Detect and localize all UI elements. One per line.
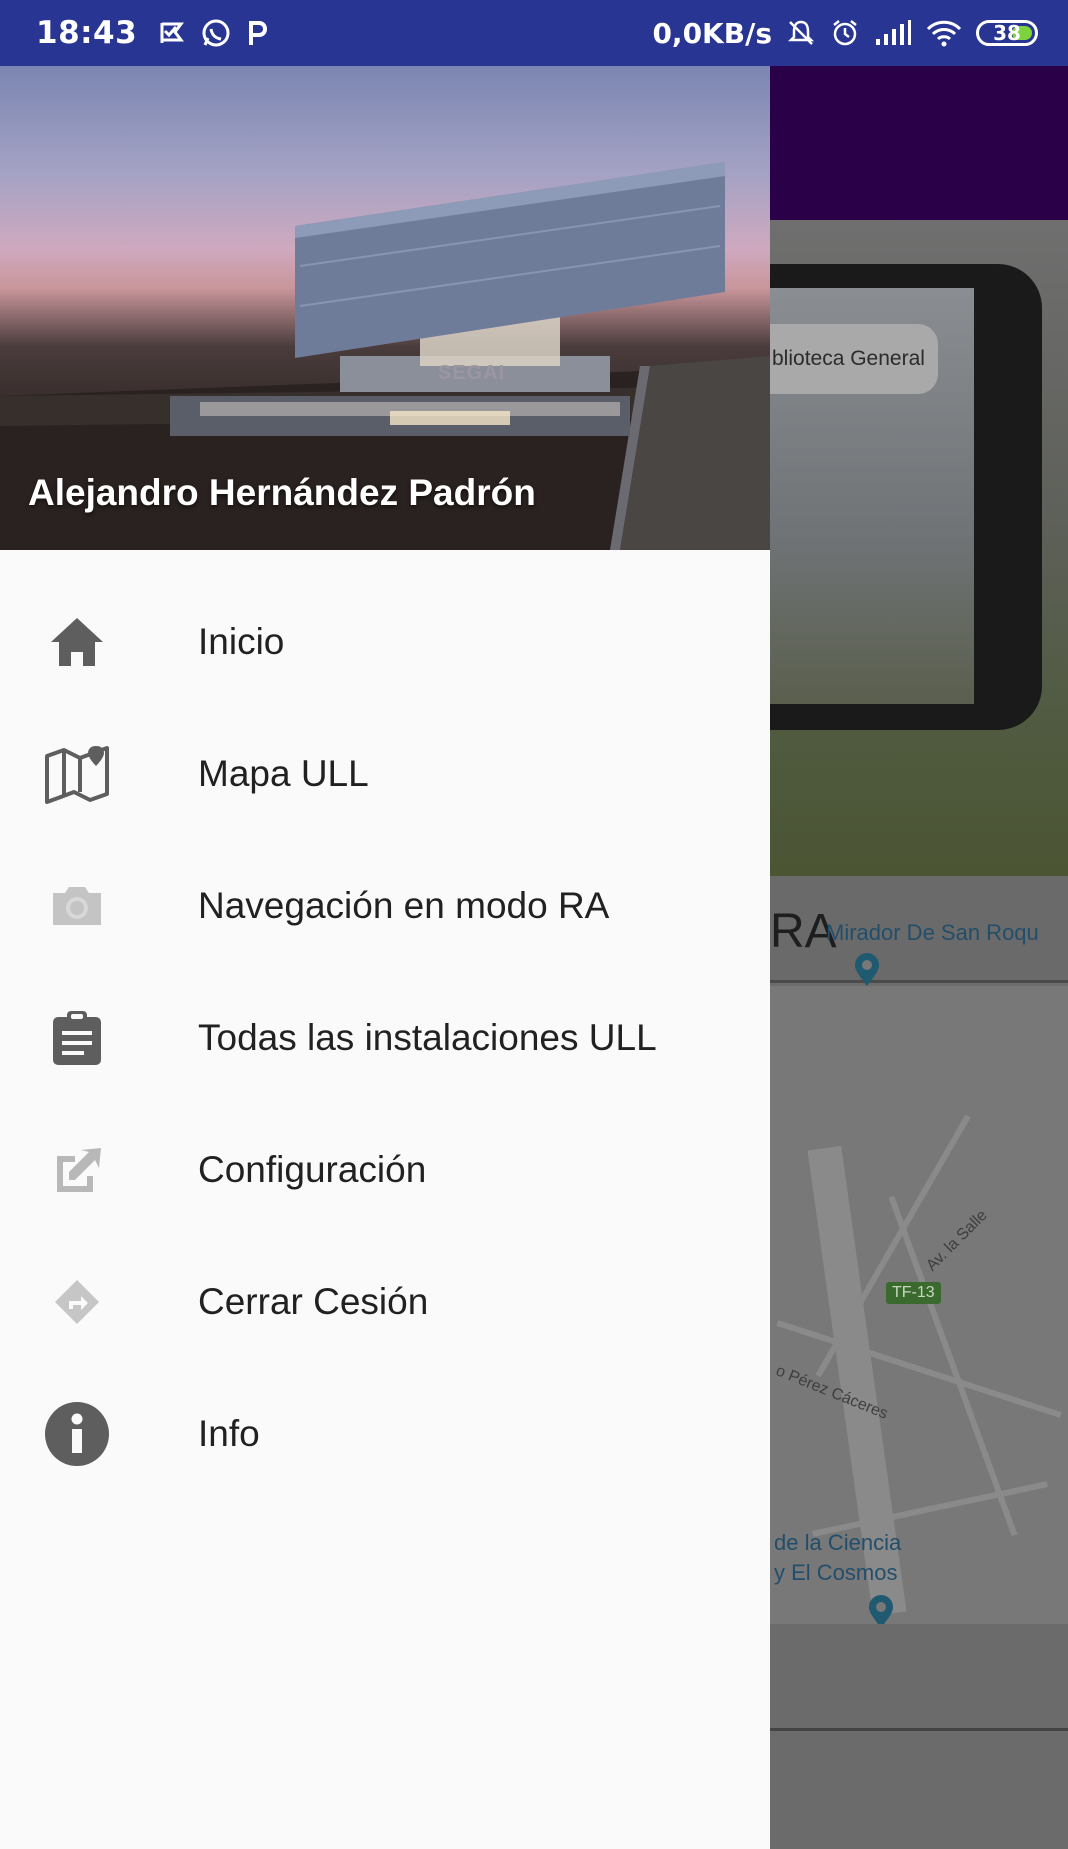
p-app-icon [247, 19, 269, 47]
menu-item-mapa-ull[interactable]: Mapa ULL [0, 708, 770, 840]
home-icon [42, 607, 112, 677]
info-icon [42, 1399, 112, 1469]
camera-icon [42, 871, 112, 941]
user-name: Alejandro Hernández Padrón [28, 472, 536, 513]
battery-icon: 38 [976, 20, 1038, 46]
network-speed: 0,0KB/s [652, 16, 772, 50]
menu-label: Cerrar Cesión [198, 1281, 429, 1322]
menu-item-navegacion-ra[interactable]: Navegación en modo RA [0, 840, 770, 972]
status-bar: 18:43 0,0KB/s 38 [0, 0, 1068, 66]
map-label-museum-line2: y El Cosmos [774, 1560, 898, 1585]
status-time: 18:43 [36, 15, 138, 51]
header-building-sign: SEGAI [438, 362, 506, 384]
menu-item-info[interactable]: Info [0, 1368, 770, 1500]
menu-label: Mapa ULL [198, 753, 369, 794]
map-label-museum-line1: de la Ciencia [774, 1530, 902, 1555]
navigation-drawer[interactable]: SEGAI Alejandro Hernández Padrón Inicio … [0, 66, 770, 1849]
map-view[interactable] [770, 986, 1068, 1624]
map-label-mirador: Mirador De San Roqu [826, 920, 1039, 945]
menu-label: Inicio [198, 621, 285, 662]
road-code-badge: TF-13 [886, 1282, 941, 1304]
background-bottom-area [770, 1624, 1068, 1849]
map-icon [42, 739, 112, 809]
mute-icon [786, 18, 816, 48]
drawer-header: SEGAI Alejandro Hernández Padrón [0, 66, 770, 550]
battery-level: 38 [993, 21, 1021, 45]
menu-item-todas-instalaciones[interactable]: Todas las instalaciones ULL [0, 972, 770, 1104]
whatsapp-icon [201, 18, 231, 48]
divider [770, 1728, 1068, 1731]
wifi-icon [926, 19, 962, 47]
map-pin-icon [852, 952, 882, 993]
check-flag-icon [159, 20, 185, 46]
menu-label: Info [198, 1413, 260, 1454]
directions-icon [42, 1267, 112, 1337]
menu-label: Configuración [198, 1149, 427, 1190]
menu-label: Navegación en modo RA [198, 885, 610, 926]
menu-label: Todas las instalaciones ULL [198, 1017, 657, 1058]
menu-item-cerrar-cesion[interactable]: Cerrar Cesión [0, 1236, 770, 1368]
signal-icon [874, 19, 912, 47]
menu-item-configuracion[interactable]: Configuración [0, 1104, 770, 1236]
divider [770, 980, 1068, 983]
ar-label-bubble: blioteca General [770, 324, 938, 394]
edit-icon [42, 1135, 112, 1205]
background-app-bar [770, 66, 1068, 220]
clipboard-icon [42, 1003, 112, 1073]
drawer-menu: Inicio Mapa ULL Navegación en modo RA To… [0, 550, 770, 1500]
menu-item-inicio[interactable]: Inicio [0, 576, 770, 708]
alarm-icon [830, 18, 860, 48]
